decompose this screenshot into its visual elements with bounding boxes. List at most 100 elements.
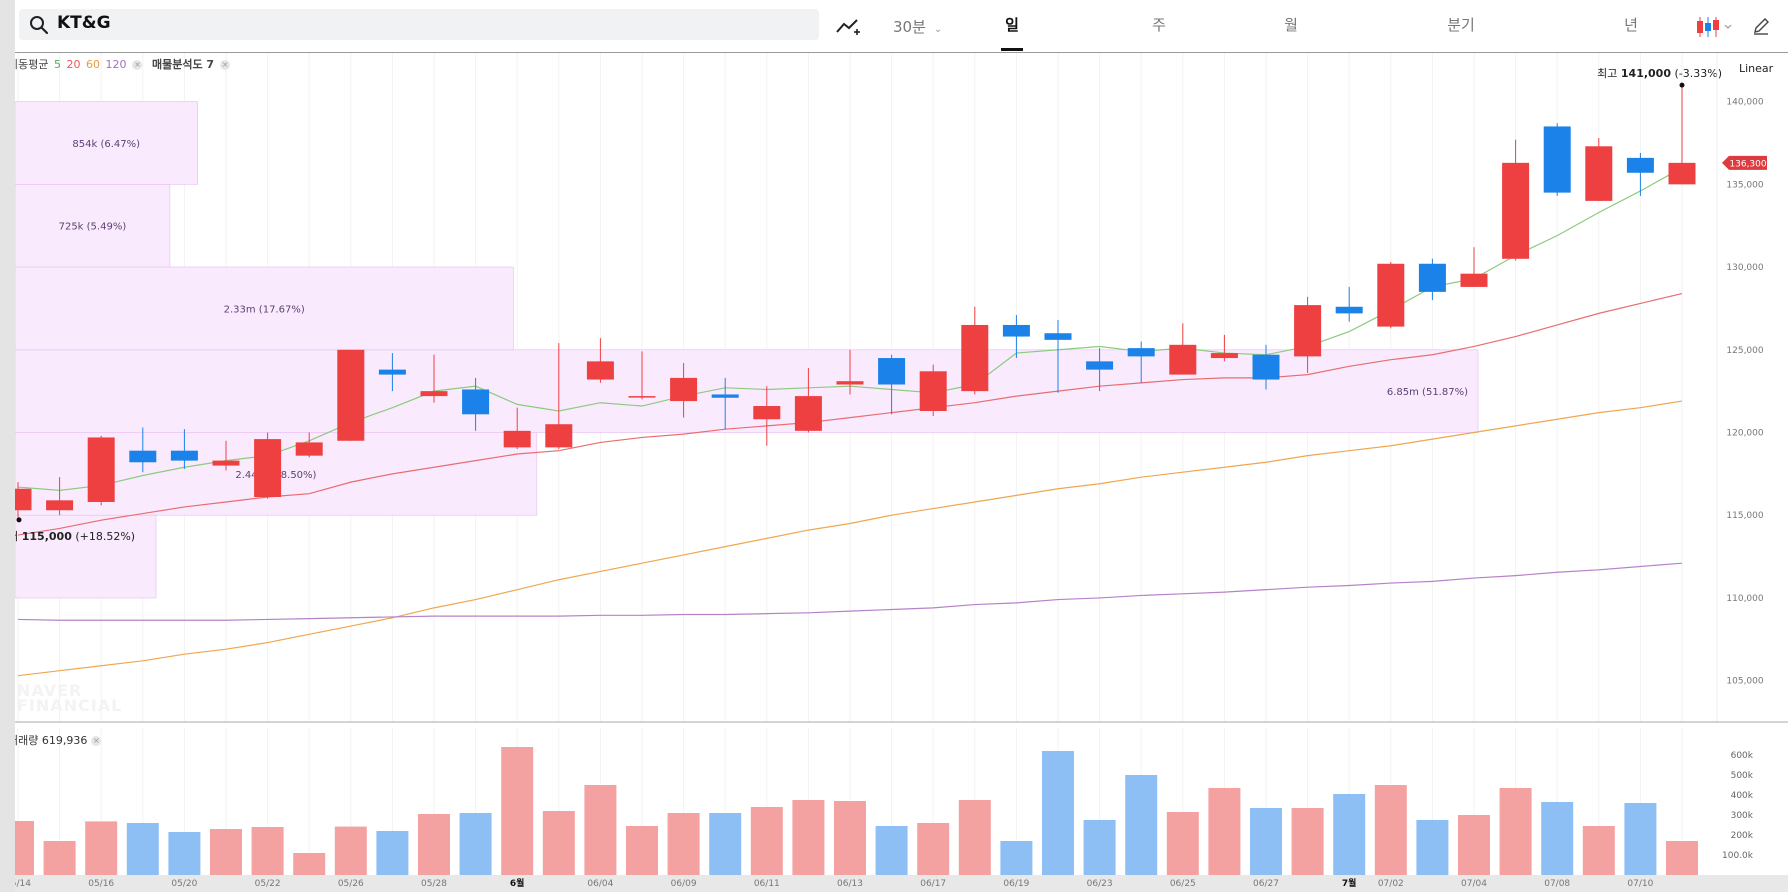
date-tick-label: 05/14 [15,879,31,889]
candle-body [420,391,448,397]
price-tick-label: 120,000 [1726,428,1763,438]
volume-bar [85,821,118,875]
moving-average-label: 이동평균 [15,58,49,71]
date-tick-label: 07/04 [1461,879,1487,889]
volume-bar [626,826,658,875]
volume-bar [1208,788,1241,875]
close-icon[interactable]: × [132,60,143,70]
date-tick-label: 06/25 [1170,879,1196,889]
volume-tick-label: 200k [1731,831,1754,841]
candle-body [503,430,531,448]
chart-canvas[interactable]: 2.44m (18.50%)6.85m (51.87%)2.33m (17.67… [15,0,1788,892]
price-tick-label: 115,000 [1726,511,1763,521]
volume-bar [792,800,825,875]
interval-dropdown[interactable]: 30분 ⌄ [893,16,942,37]
date-tick-label: 06/27 [1253,879,1279,889]
close-icon[interactable]: × [91,736,102,746]
candle-body [254,439,282,498]
volume-tick-label: 100.0k [1722,851,1754,861]
candle-body [628,396,656,398]
price-tick-label: 105,000 [1726,677,1763,687]
price-tick-label: 125,000 [1726,346,1763,356]
date-tick-label: 05/20 [171,879,197,889]
scale-mode-toggle[interactable]: Linear [1739,62,1773,75]
candle-body [15,488,32,511]
candle-body [1044,333,1072,340]
volume-bar [1333,794,1366,875]
tab-period-year[interactable]: 년 [1611,14,1651,35]
candlestick-chart-type-icon[interactable] [1695,15,1735,39]
date-tick-label: 6월 [510,877,525,889]
candle-body [836,381,864,385]
price-profile-label: 6.85m (51.87%) [1387,387,1468,398]
volume-bar [168,832,201,875]
interval-value: 30분 [893,18,926,36]
volume-tick-label: 300k [1731,811,1754,821]
date-tick-label: 06/04 [587,879,613,889]
volume-bar [750,807,783,875]
volume-tick-label: 600k [1731,751,1754,761]
pencil-icon[interactable] [1751,16,1771,36]
tab-period-month[interactable]: 월 [1271,14,1311,35]
candle-body [1252,354,1280,380]
candle-body [1002,324,1030,337]
volume-bar [251,827,284,875]
chart-toolbar: KT&G 30분 ⌄ 일 주 월 분기 년 [15,0,1788,53]
volume-bar [459,813,492,875]
volume-bar [1083,820,1116,875]
date-tick-label: 06/13 [837,879,863,889]
candle-body [1294,305,1322,357]
low-annotation: 최저 115,000 (+18.52%) [15,530,135,543]
volume-bar [958,800,991,875]
drawing-tool-icon[interactable] [835,15,861,37]
candle-body [212,460,240,466]
candle-body [1335,306,1363,314]
high-marker [1679,82,1685,88]
candle-body [961,324,989,392]
chart-frame: 2.44m (18.50%) 6.85m (51.87%) 2.33m (17.67… [15,0,1788,892]
date-tick-label: 06/17 [920,879,946,889]
last-price-label: 136,300 [1729,159,1766,169]
candle-body [919,371,947,411]
price-tick-label: 140,000 [1726,98,1763,108]
volume-bar [1125,775,1158,875]
date-tick-label: 05/22 [255,879,281,889]
volume-bar [1624,803,1657,875]
ma20-period: 20 [66,58,81,71]
date-axis-band [15,875,1788,892]
volume-bar [1541,802,1574,875]
volume-bar [667,813,700,875]
candle-body [1169,344,1197,375]
candle-body [586,361,614,380]
candle-body [670,377,698,402]
candle-body [462,389,490,415]
candle-body [753,406,781,420]
price-tick-label: 110,000 [1726,594,1763,604]
tab-period-quarter[interactable]: 분기 [1441,14,1481,35]
candle-body [170,450,198,461]
volume-legend: 거래량 619,936 × [15,732,102,748]
volume-bar [834,801,866,875]
price-profile-bar [15,514,157,599]
price-profile-label: 725k (5.49%) [59,222,127,233]
low-marker [16,517,22,523]
volume-bar [1291,808,1324,875]
candle-body [1460,273,1488,287]
volume-bar [43,841,76,875]
volume-bar [334,826,367,875]
candle-body [1418,263,1446,292]
volume-bar [542,811,575,875]
candle-body [1210,353,1238,359]
close-icon[interactable]: × [220,60,231,70]
price-profile-label: 854k (6.47%) [72,139,140,150]
candle-body [1543,126,1571,193]
volume-bar [1250,808,1282,875]
tab-period-day[interactable]: 일 [992,14,1032,35]
volume-bar [584,785,617,875]
volume-bar [1499,788,1532,875]
volume-bar [1166,812,1199,875]
volume-bar [376,831,409,875]
symbol-search-input[interactable]: KT&G [19,9,819,40]
volume-bar [917,823,950,875]
tab-period-week[interactable]: 주 [1139,14,1179,35]
